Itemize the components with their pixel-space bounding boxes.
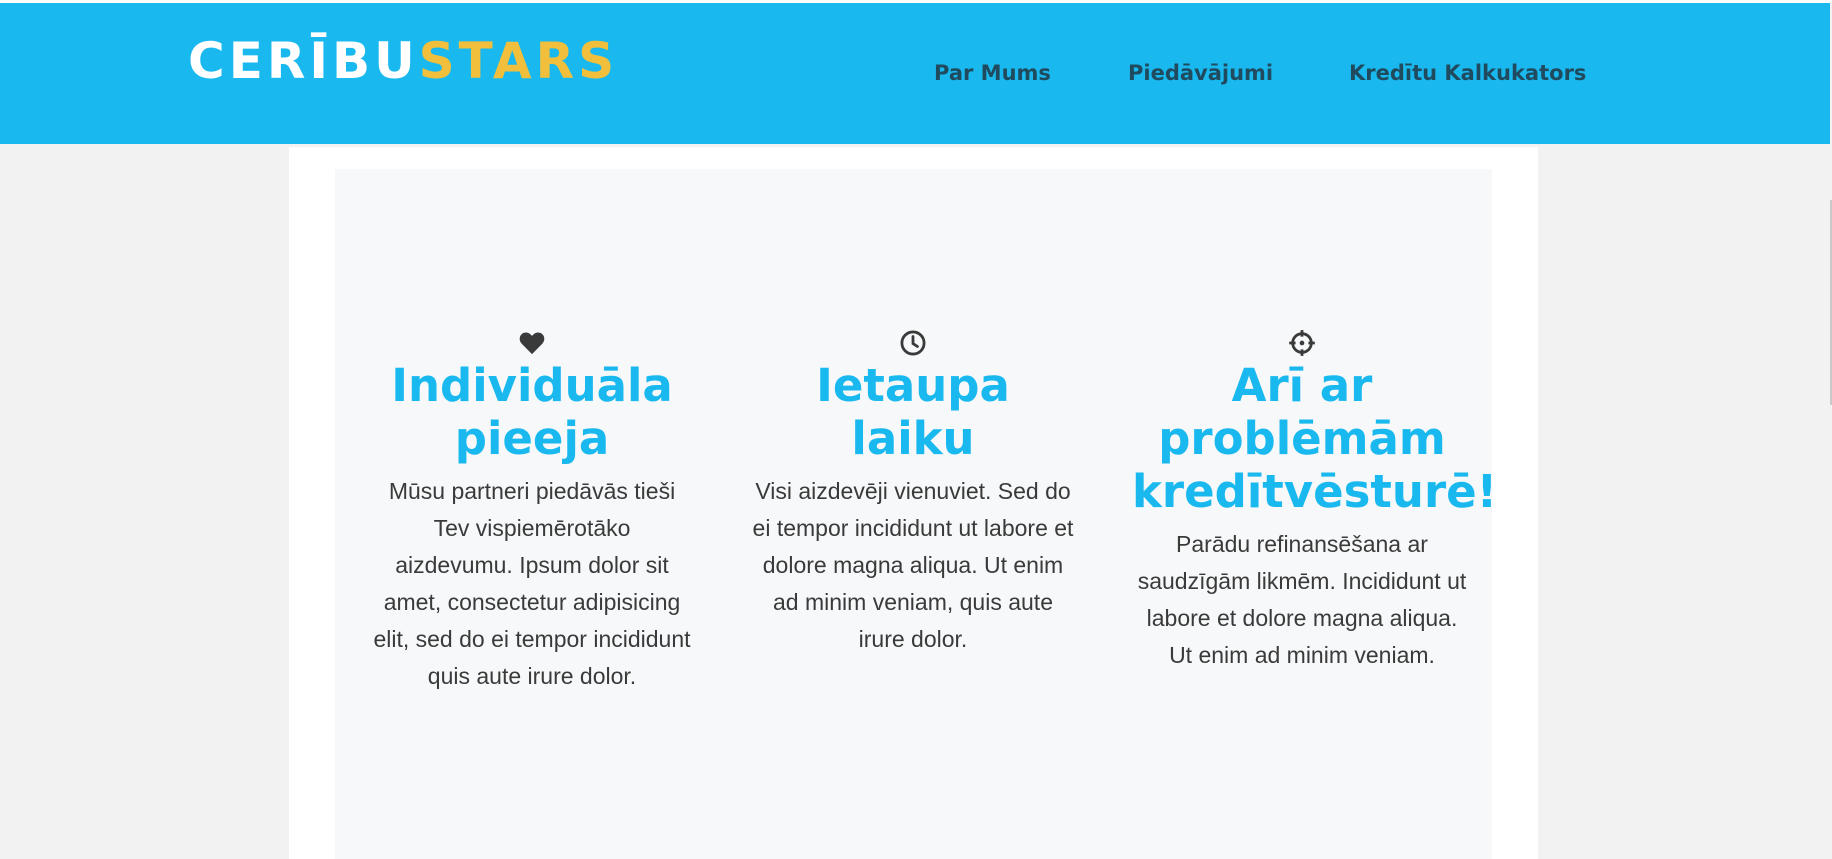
site-logo[interactable]: CERĪBUSTARS	[188, 31, 618, 91]
site-header: CERĪBUSTARS Par Mums Piedāvājumi Kredītu…	[0, 3, 1830, 144]
feature-description: Visi aizdevēji vienuviet. Sed do ei temp…	[752, 478, 1074, 652]
feature-title: Individuāla pieeja	[391, 359, 673, 465]
nav-link-piedavajumi[interactable]: Piedāvājumi	[1128, 61, 1273, 85]
clock-icon	[900, 330, 926, 356]
feature-column-time: Ietaupa laiku Visi aizdevēji vienuviet. …	[748, 329, 1078, 658]
feature-description: Mūsu partneri piedāvās tieši Tev vispiem…	[373, 478, 691, 689]
feature-title: Arī ar problēmām kredītvēsturē!	[1132, 359, 1498, 518]
nav-link-kreditu-kalkulators[interactable]: Kredītu Kalkukators	[1349, 61, 1586, 85]
feature-column-personal: Individuāla pieeja Mūsu partneri piedāvā…	[367, 329, 697, 695]
crosshair-icon	[1289, 330, 1315, 356]
feature-description: Parādu refinansēšana ar saudzīgām likmēm…	[1137, 531, 1467, 668]
heart-icon	[519, 332, 545, 355]
feature-title: Ietaupa laiku	[816, 359, 1010, 465]
features-section: Individuāla pieeja Mūsu partneri piedāvā…	[335, 169, 1498, 859]
logo-text-primary: CERĪBU	[188, 32, 419, 90]
content-card: Individuāla pieeja Mūsu partneri piedāvā…	[289, 147, 1538, 859]
logo-text-accent: STARS	[418, 32, 619, 90]
nav-link-par-mums[interactable]: Par Mums	[934, 61, 1051, 85]
feature-column-credit-history: Arī ar problēmām kredītvēsturē! Parādu r…	[1132, 329, 1498, 674]
